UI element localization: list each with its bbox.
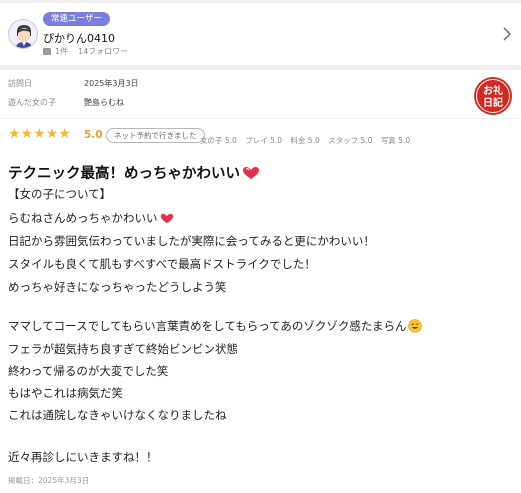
user-stats: 1件 14フォロワー [43, 46, 128, 57]
star-icon: ★ [58, 126, 71, 142]
review-line: 【女の子について】 [8, 187, 112, 201]
sub-scores: 女の子 5.0 プレイ 5.0 料金 5.0 スタッフ 5.0 写真 5.0 [200, 135, 416, 146]
sub-score-play: プレイ 5.0 [245, 136, 283, 145]
girl-name[interactable]: 艶島らむね [84, 97, 124, 108]
sub-score-girl: 女の子 5.0 [200, 136, 237, 145]
star-icon: ★ [20, 126, 34, 142]
chevron-right-icon[interactable] [499, 25, 515, 43]
sub-score-staff: スタッフ 5.0 [328, 136, 373, 145]
avatar[interactable] [8, 19, 38, 49]
review-count: 1件 [55, 47, 69, 56]
review-line: 終わって帰るのが大変でした笑 [8, 364, 169, 378]
heart-icon [160, 213, 173, 223]
stamp-line-2: 日記 [483, 96, 503, 109]
review-line: もはやこれは病気だ笑 [8, 386, 123, 400]
posted-date: 掲載日：2025年3月3日 [8, 476, 90, 485]
review-line: 日記から雰囲気伝わっていましたが実際に会ってみると更にかわいい！ [8, 234, 375, 248]
review-title-text: テクニック最高！めっちゃかわいい [8, 166, 240, 182]
review-line: 近々再診しにいきますね！！ [8, 450, 158, 464]
smile-emoji-icon [408, 319, 423, 333]
avatar-image [9, 20, 37, 48]
stamp-line-1: お礼 [483, 84, 503, 97]
message-icon [43, 48, 51, 55]
girl-label: 遊んだ女の子 [8, 98, 56, 107]
review-title: テクニック最高！めっちゃかわいい [8, 162, 260, 183]
star-rating: ★ ★ ★ ★ ★ [8, 127, 71, 141]
review-line: フェラが超気持ち良すぎて終始ビンビン状態 [8, 342, 238, 356]
thanks-diary-stamp-icon[interactable]: お礼 日記 [473, 76, 513, 116]
user-card[interactable]: 常連ユーザー ぴかりん0410 1件 14フォロワー [0, 5, 521, 63]
divider [0, 118, 521, 119]
star-icon: ★ [33, 126, 46, 142]
star-icon: ★ [45, 126, 59, 142]
follower-count: 14フォロワー [78, 47, 129, 56]
review-line: スタイルも良くて肌もすべすべで最高ドストライクでした！ [8, 257, 316, 271]
section-separator [0, 65, 521, 70]
heart-icon [243, 166, 259, 179]
net-reservation-badge: ネット予約で行きました [106, 128, 205, 143]
top-strip [0, 0, 521, 3]
regular-user-badge: 常連ユーザー [43, 12, 110, 26]
user-name[interactable]: ぴかりん0410 [43, 30, 115, 46]
overall-score: 5.0 [84, 129, 103, 141]
visit-date-value: 2025年3月3日 [84, 79, 139, 88]
review-line: これは通院しなきゃいけなくなりましたね [8, 408, 227, 422]
review-line: めっちゃ好きになっちゃったどうしよう笑 [8, 280, 227, 294]
review-line: らむねさんめっちゃかわいい [8, 210, 174, 226]
visit-date-label: 訪問日 [8, 79, 32, 88]
review-line: ママしてコースでしてもらい言葉責めをしてもらってあのゾクゾク感たまらん [8, 318, 423, 334]
sub-score-price: 料金 5.0 [290, 136, 320, 145]
sub-score-photo: 写真 5.0 [380, 136, 411, 145]
star-icon: ★ [8, 126, 21, 142]
